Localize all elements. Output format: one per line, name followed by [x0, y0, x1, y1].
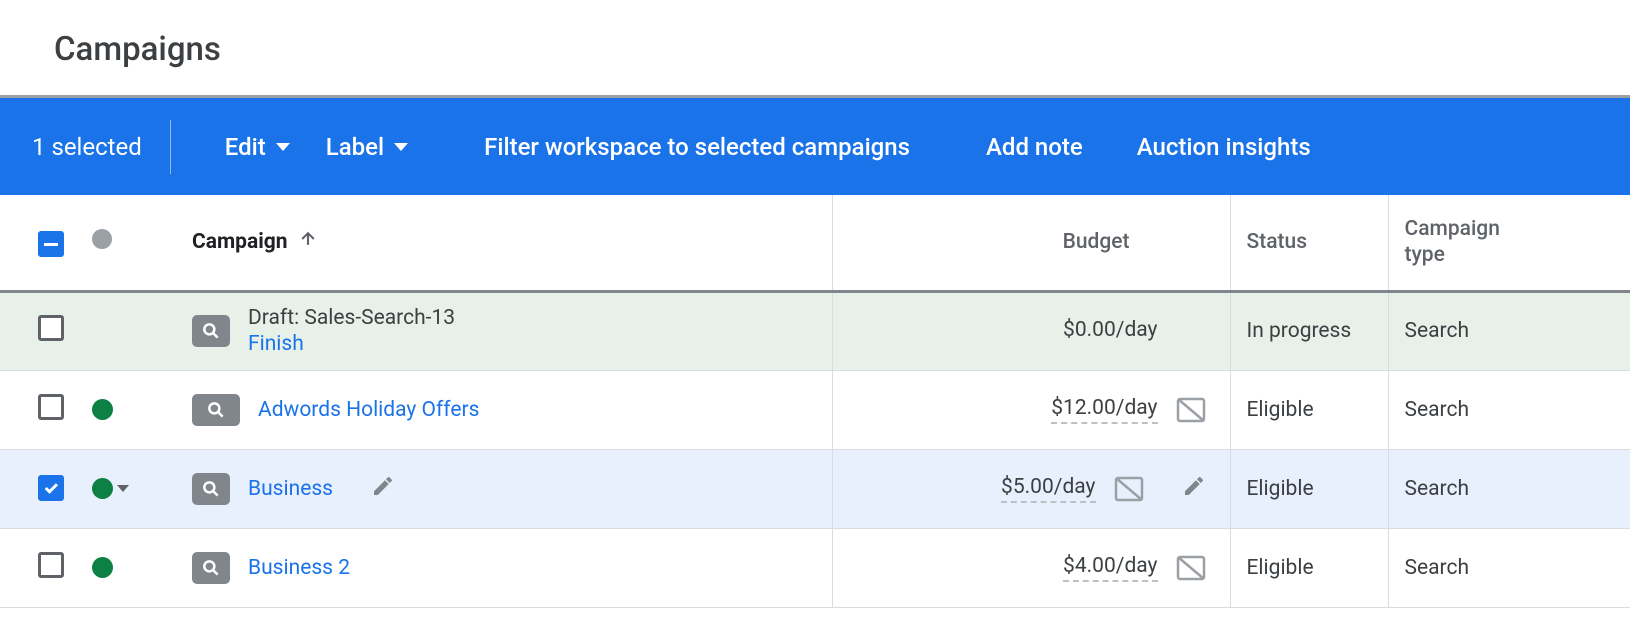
status-dot-icon	[92, 399, 113, 420]
campaign-name-link[interactable]: Business	[248, 477, 333, 501]
budget-value[interactable]: $4.00/day	[1063, 554, 1157, 582]
label-menu-label: Label	[326, 133, 384, 161]
table-row: Adwords Holiday Offers $12.00/day Eligib…	[0, 370, 1630, 449]
type-cell: Search	[1388, 449, 1630, 528]
table-row: Business 2 $4.00/day Eligible Search	[0, 528, 1630, 607]
row-checkbox[interactable]	[38, 475, 64, 501]
campaign-draft-name: Draft: Sales-Search-13	[248, 306, 455, 330]
edit-icon[interactable]	[371, 474, 395, 504]
status-cell: Eligible	[1230, 449, 1388, 528]
filter-workspace-button[interactable]: Filter workspace to selected campaigns	[466, 133, 928, 161]
chevron-down-icon	[117, 485, 129, 492]
type-cell: Search	[1388, 291, 1630, 370]
budget-value[interactable]: $0.00/day	[1063, 318, 1157, 344]
table-header-row: Campaign Budget Status Campaign type	[0, 195, 1630, 291]
status-dot-icon	[92, 478, 113, 499]
edit-menu-button[interactable]: Edit	[207, 133, 308, 161]
row-checkbox[interactable]	[38, 394, 64, 420]
campaign-type-icon	[192, 473, 230, 505]
selection-toolbar: 1 selected Edit Label Filter workspace t…	[0, 95, 1630, 195]
campaign-type-icon	[192, 552, 230, 584]
select-all-checkbox[interactable]	[38, 231, 64, 257]
table-row: Draft: Sales-Search-13 Finish $0.00/day	[0, 291, 1630, 370]
type-cell: Search	[1388, 528, 1630, 607]
edit-budget-icon[interactable]	[1182, 474, 1206, 504]
campaign-name-link[interactable]: Business 2	[248, 556, 350, 580]
status-dot-icon	[92, 557, 113, 578]
campaign-name-link[interactable]: Adwords Holiday Offers	[258, 398, 479, 422]
toolbar-divider	[170, 120, 171, 174]
budget-value[interactable]: $12.00/day	[1051, 396, 1157, 424]
status-cell: Eligible	[1230, 370, 1388, 449]
table-row: Business $5.00/day Eligible Search	[0, 449, 1630, 528]
label-menu-button[interactable]: Label	[308, 133, 426, 161]
edit-menu-label: Edit	[225, 133, 266, 161]
type-header-line1: Campaign	[1405, 216, 1630, 242]
finish-link[interactable]: Finish	[248, 332, 455, 356]
status-cell: In progress	[1230, 291, 1388, 370]
campaign-header-label: Campaign	[192, 230, 288, 254]
campaign-type-icon	[192, 394, 240, 426]
chart-disabled-icon[interactable]	[1176, 397, 1206, 423]
budget-value[interactable]: $5.00/day	[1001, 475, 1095, 503]
add-note-button[interactable]: Add note	[968, 133, 1101, 161]
sort-ascending-icon	[298, 229, 318, 255]
campaign-column-header[interactable]: Campaign	[192, 229, 832, 255]
type-column-header[interactable]: Campaign type	[1388, 195, 1630, 291]
status-cell: Eligible	[1230, 528, 1388, 607]
budget-column-header[interactable]: Budget	[832, 195, 1230, 291]
status-indicator[interactable]	[92, 557, 192, 578]
row-checkbox[interactable]	[38, 315, 64, 341]
row-checkbox[interactable]	[38, 552, 64, 578]
page-title: Campaigns	[0, 0, 1630, 95]
status-indicator[interactable]	[92, 399, 192, 420]
status-dot-header-icon[interactable]	[92, 229, 112, 249]
campaign-type-icon	[192, 315, 230, 347]
type-header-line2: type	[1405, 242, 1630, 268]
status-indicator[interactable]	[92, 478, 192, 499]
type-cell: Search	[1388, 370, 1630, 449]
status-column-header[interactable]: Status	[1230, 195, 1388, 291]
selection-count: 1 selected	[32, 133, 170, 161]
auction-insights-button[interactable]: Auction insights	[1119, 133, 1329, 161]
chart-disabled-icon[interactable]	[1176, 555, 1206, 581]
campaigns-table: Campaign Budget Status Campaign type	[0, 195, 1630, 608]
chart-disabled-icon[interactable]	[1114, 476, 1144, 502]
